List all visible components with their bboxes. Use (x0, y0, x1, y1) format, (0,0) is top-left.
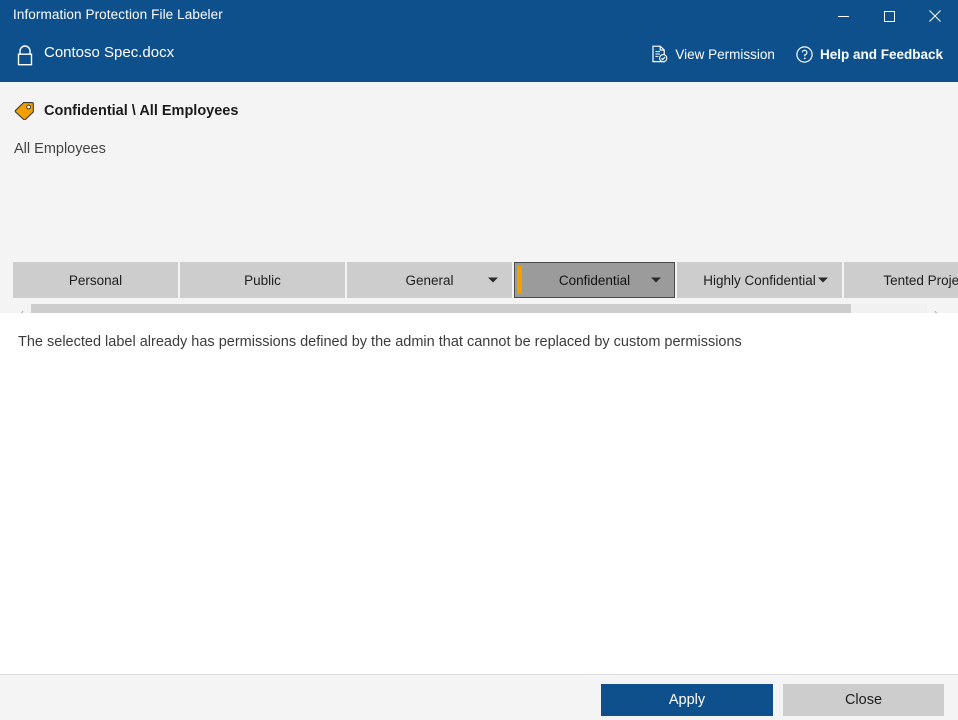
chevron-down-icon[interactable] (488, 277, 498, 283)
apply-button[interactable]: Apply (601, 684, 773, 716)
tag-icon (14, 101, 35, 120)
permissions-message: The selected label already has permissio… (18, 334, 742, 350)
lock-icon (14, 44, 36, 68)
label-tab-text: Personal (68, 272, 123, 288)
label-tab-text: Confidential (558, 272, 631, 288)
label-tabs-viewport: Personal Public General Confidential Highly … (13, 262, 958, 298)
window-controls (820, 0, 958, 32)
file-row: Contoso Spec.docx View Permission Help a… (0, 34, 958, 82)
label-tab-personal[interactable]: Personal (13, 262, 178, 298)
help-circle-icon (796, 45, 813, 63)
minimize-button[interactable] (820, 0, 866, 32)
label-tab-confidential[interactable]: Confidential (514, 262, 675, 298)
title-bar-top: Information Protection File Labeler (0, 0, 958, 33)
title-bar: Information Protection File Labeler Cont… (0, 0, 958, 82)
label-panel: Confidential \ All Employees All Employe… (0, 82, 958, 376)
label-tabs-strip: Personal Public General Confidential Highly … (13, 262, 958, 298)
minimize-icon (837, 15, 849, 17)
label-tab-general[interactable]: General (347, 262, 512, 298)
view-permission-button[interactable]: View Permission (649, 42, 777, 66)
breadcrumb-text: Confidential \ All Employees (44, 102, 239, 119)
label-tab-public[interactable]: Public (180, 262, 345, 298)
label-tab-highly-confidential[interactable]: Highly Confidential (677, 262, 842, 298)
breadcrumb: Confidential \ All Employees (14, 101, 238, 120)
close-icon (929, 10, 941, 22)
label-tab-tented-project[interactable]: Tented Project (844, 262, 958, 298)
view-permission-label: View Permission (675, 46, 775, 62)
label-tab-text: Tented Project (883, 272, 958, 288)
footer-bar: Apply Close (0, 674, 958, 720)
panel-subtitle: All Employees (14, 141, 106, 157)
close-dialog-button[interactable]: Close (783, 684, 944, 716)
help-and-feedback-label: Help and Feedback (819, 46, 943, 62)
selected-tab-accent-bar (517, 266, 522, 294)
content-area: The selected label already has permissio… (0, 313, 958, 674)
label-tab-text: Public (244, 272, 281, 288)
label-tab-text: General (405, 272, 454, 288)
close-button[interactable] (912, 0, 958, 32)
header-actions: View Permission Help and Feedback (649, 42, 945, 66)
help-and-feedback-button[interactable]: Help and Feedback (794, 43, 945, 66)
document-check-icon (651, 45, 668, 63)
maximize-icon (883, 10, 895, 22)
maximize-button[interactable] (866, 0, 912, 32)
label-tab-text: Highly Confidential (703, 272, 816, 288)
app-title: Information Protection File Labeler (13, 7, 223, 22)
chevron-down-icon[interactable] (651, 277, 661, 283)
chevron-down-icon[interactable] (818, 277, 828, 283)
file-name: Contoso Spec.docx (44, 44, 175, 61)
